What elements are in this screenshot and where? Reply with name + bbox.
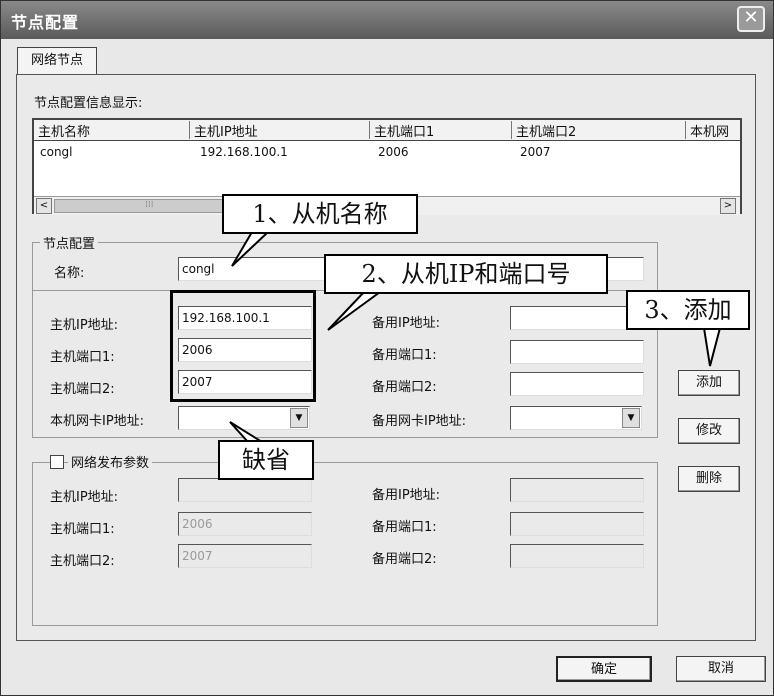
callout-pointer-ip [327, 291, 384, 331]
annotation-slave-name: 1、从机名称 [222, 194, 418, 234]
annotation-add-step: 3、添加 [626, 290, 750, 330]
callout-pointer-add [702, 327, 722, 367]
annotation-default: 缺省 [218, 440, 314, 480]
callout-pointer-name [231, 231, 271, 267]
callout-pointer-default [229, 421, 266, 443]
annotation-slave-ip-port: 2、从机IP和端口号 [324, 254, 608, 294]
callout-pointers [229, 231, 722, 443]
